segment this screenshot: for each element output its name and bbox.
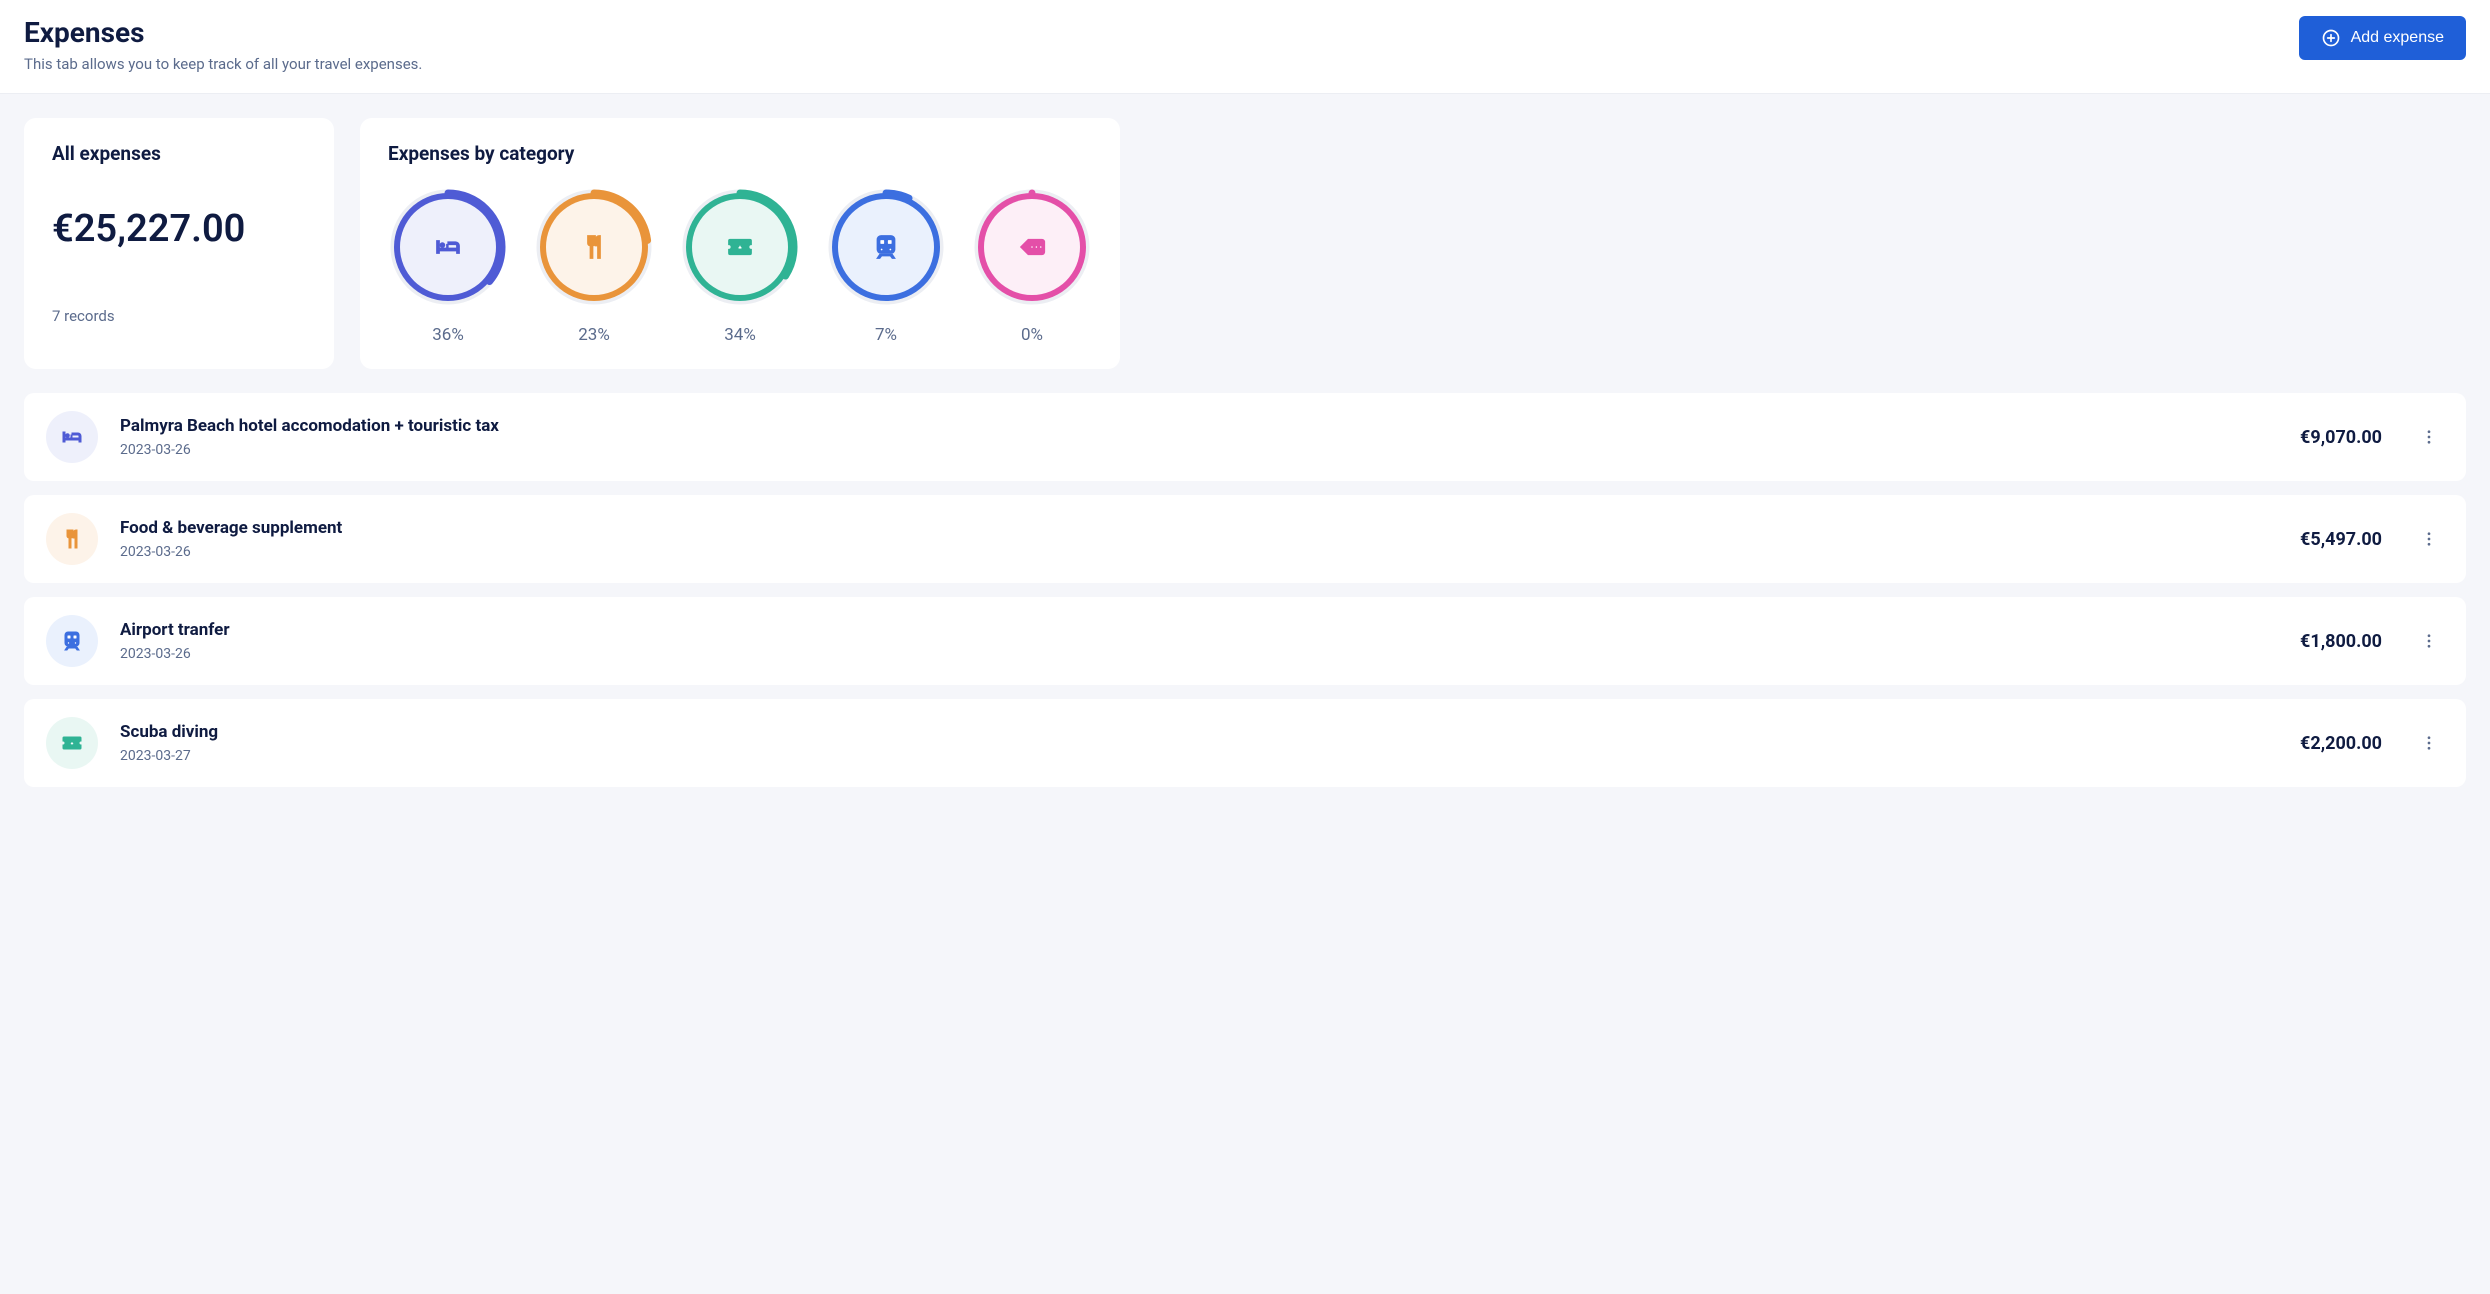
dots-vertical-icon [2420, 428, 2438, 446]
expense-date: 2023-03-26 [120, 646, 2278, 662]
expense-main: Airport tranfer 2023-03-26 [120, 620, 2278, 662]
all-expenses-total: €25,227.00 [52, 207, 306, 251]
dots-vertical-icon [2420, 530, 2438, 548]
expense-date: 2023-03-27 [120, 748, 2278, 764]
expense-list: Palmyra Beach hotel accomodation + touri… [24, 393, 2466, 787]
category-item[interactable]: 7% [826, 187, 946, 345]
category-ring [680, 187, 800, 307]
expense-menu-button[interactable] [2414, 422, 2444, 452]
category-icon-wrap [400, 199, 496, 295]
category-item[interactable]: 36% [388, 187, 508, 345]
summary-cards-row: All expenses €25,227.00 7 records Expens… [24, 118, 2466, 369]
category-percent: 34% [724, 325, 756, 345]
expense-row[interactable]: Food & beverage supplement 2023-03-26 €5… [24, 495, 2466, 583]
category-icon-wrap [984, 199, 1080, 295]
page-title: Expenses [24, 16, 422, 49]
category-item[interactable]: 34% [680, 187, 800, 345]
ticket-icon [60, 731, 84, 755]
expense-amount: €1,800.00 [2300, 631, 2382, 652]
expense-icon-wrap [46, 717, 98, 769]
expense-icon-wrap [46, 513, 98, 565]
category-icon-wrap [546, 199, 642, 295]
expense-main: Scuba diving 2023-03-27 [120, 722, 2278, 764]
expense-date: 2023-03-26 [120, 442, 2278, 458]
page-header: Expenses This tab allows you to keep tra… [0, 0, 2490, 94]
expenses-by-category-card: Expenses by category 36% 23% [360, 118, 1120, 369]
category-item[interactable]: 0% [972, 187, 1092, 345]
expense-menu-button[interactable] [2414, 524, 2444, 554]
page-subtitle: This tab allows you to keep track of all… [24, 55, 422, 73]
category-ring [534, 187, 654, 307]
expense-main: Food & beverage supplement 2023-03-26 [120, 518, 2278, 560]
category-row: 36% 23% 34% [388, 187, 1092, 345]
dots-vertical-icon [2420, 632, 2438, 650]
category-icon-wrap [692, 199, 788, 295]
expense-main: Palmyra Beach hotel accomodation + touri… [120, 416, 2278, 458]
expense-row[interactable]: Palmyra Beach hotel accomodation + touri… [24, 393, 2466, 481]
all-expenses-records: 7 records [52, 307, 306, 325]
ticket-icon [725, 232, 755, 262]
train-icon [60, 629, 84, 653]
dots-vertical-icon [2420, 734, 2438, 752]
add-expense-label: Add expense [2351, 29, 2444, 47]
tag-icon [1017, 232, 1047, 262]
expense-title: Airport tranfer [120, 620, 2278, 640]
expense-amount: €5,497.00 [2300, 529, 2382, 550]
expense-amount: €2,200.00 [2300, 733, 2382, 754]
category-icon-wrap [838, 199, 934, 295]
category-ring [388, 187, 508, 307]
expense-row[interactable]: Airport tranfer 2023-03-26 €1,800.00 [24, 597, 2466, 685]
utensils-icon [60, 527, 84, 551]
by-category-title: Expenses by category [388, 142, 1092, 165]
expense-amount: €9,070.00 [2300, 427, 2382, 448]
expense-title: Food & beverage supplement [120, 518, 2278, 538]
all-expenses-card: All expenses €25,227.00 7 records [24, 118, 334, 369]
train-icon [871, 232, 901, 262]
category-percent: 7% [875, 325, 897, 345]
plus-circle-icon [2321, 28, 2341, 48]
category-percent: 0% [1021, 325, 1043, 345]
bed-icon [60, 425, 84, 449]
expense-date: 2023-03-26 [120, 544, 2278, 560]
expense-title: Scuba diving [120, 722, 2278, 742]
expense-icon-wrap [46, 411, 98, 463]
expense-row[interactable]: Scuba diving 2023-03-27 €2,200.00 [24, 699, 2466, 787]
utensils-icon [579, 232, 609, 262]
expense-icon-wrap [46, 615, 98, 667]
expense-menu-button[interactable] [2414, 728, 2444, 758]
content: All expenses €25,227.00 7 records Expens… [0, 94, 2490, 811]
bed-icon [433, 232, 463, 262]
category-item[interactable]: 23% [534, 187, 654, 345]
add-expense-button[interactable]: Add expense [2299, 16, 2466, 60]
all-expenses-title: All expenses [52, 142, 306, 165]
header-text: Expenses This tab allows you to keep tra… [24, 16, 422, 73]
category-percent: 36% [432, 325, 464, 345]
expense-menu-button[interactable] [2414, 626, 2444, 656]
category-percent: 23% [578, 325, 610, 345]
expense-title: Palmyra Beach hotel accomodation + touri… [120, 416, 2278, 436]
category-ring [972, 187, 1092, 307]
category-ring [826, 187, 946, 307]
